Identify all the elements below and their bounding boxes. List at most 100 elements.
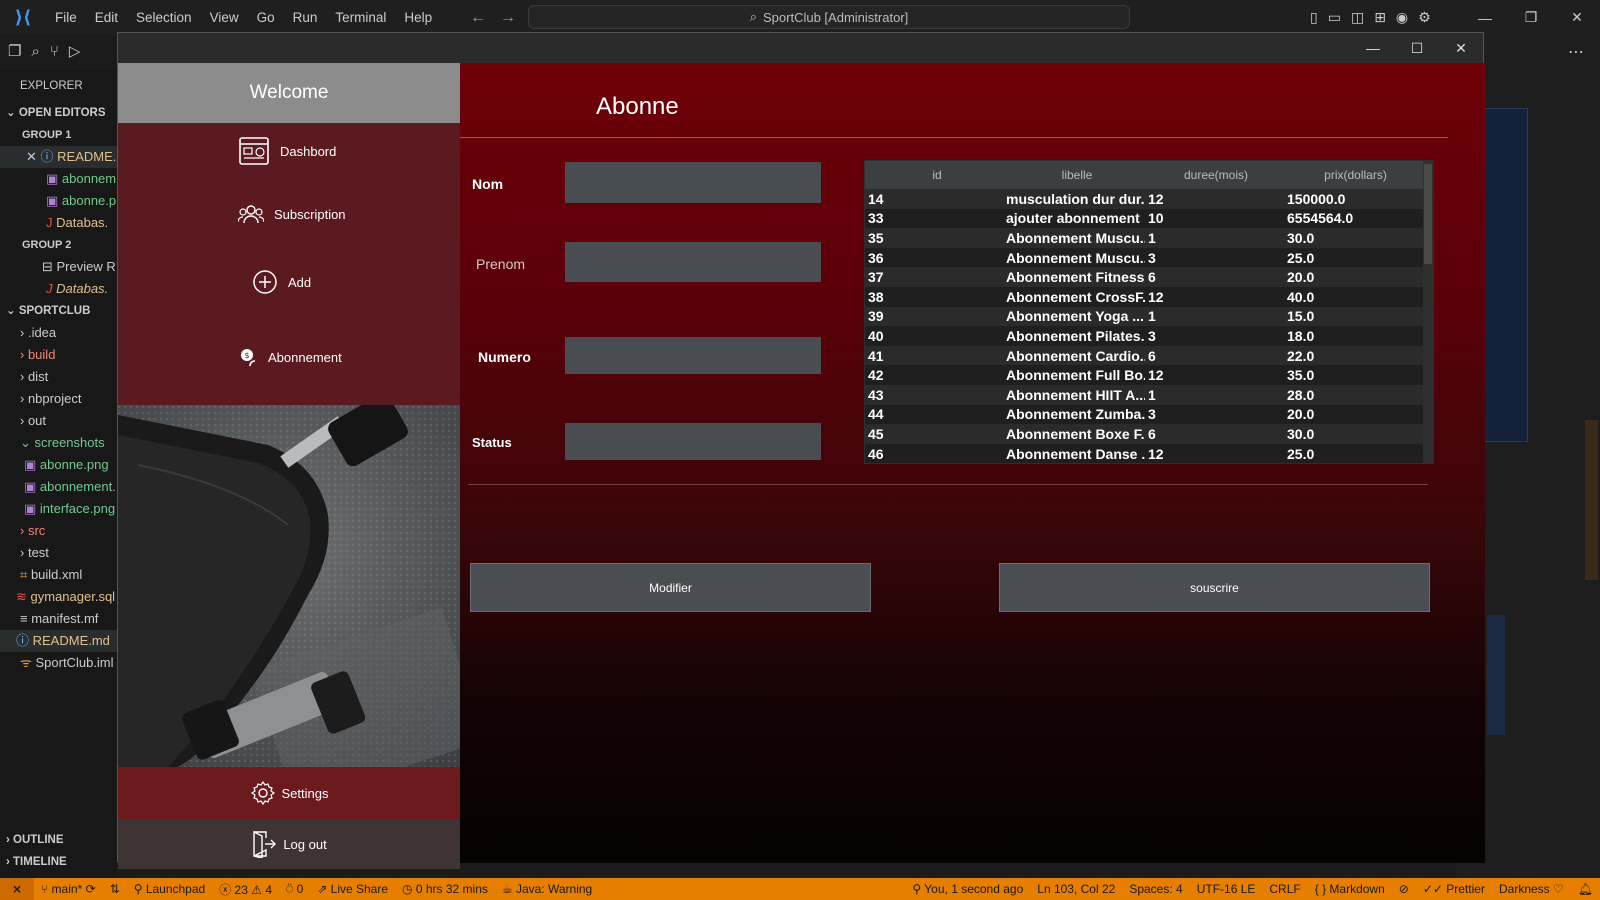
tree-folder-out[interactable]: › out	[0, 410, 117, 432]
settings-button[interactable]: Settings	[118, 767, 460, 819]
abonnement-button[interactable]: $ Abonnement	[238, 347, 342, 367]
tree-folder-src[interactable]: › src	[0, 520, 117, 542]
column-header-libelle[interactable]: libelle	[1006, 168, 1145, 182]
status-blame[interactable]: ⚲ You, 1 second ago	[905, 882, 1030, 896]
timeline-section[interactable]: › TIMELINE	[0, 856, 117, 868]
account-icon[interactable]: ◉	[1396, 9, 1408, 26]
menu-go[interactable]: Go	[248, 0, 284, 35]
status-info[interactable]: ⍥ 0	[279, 882, 310, 897]
status-java[interactable]: ☕ Java: Warning	[495, 882, 599, 896]
table-row[interactable]: 40 Abonnement Pilates... 3 18.0	[865, 326, 1433, 346]
table-row[interactable]: 36 Abonnement Muscu... 3 25.0	[865, 247, 1433, 268]
tree-folder-screenshots[interactable]: ⌄ screenshots	[0, 432, 117, 454]
tree-file-interface-png[interactable]: ▣ interface.png	[0, 498, 117, 520]
table-row[interactable]: 44 Abonnement Zumba... 3 20.0	[865, 404, 1433, 425]
more-actions-icon[interactable]: ⋯	[1568, 42, 1584, 62]
table-row[interactable]: 37 Abonnement Fitness... 6 20.0	[865, 267, 1433, 287]
toggle-sidebar-icon[interactable]: ▯	[1310, 9, 1318, 26]
editor-scrollbar[interactable]	[1585, 420, 1598, 580]
open-editor-abonnement[interactable]: ▣ abonnem	[0, 168, 117, 190]
status-sync-icon[interactable]: ⇅	[103, 882, 127, 896]
subscription-button[interactable]: Subscription	[238, 203, 346, 225]
table-row[interactable]: 41 Abonnement Cardio... 6 22.0	[865, 345, 1433, 366]
open-editor-database[interactable]: J Databas.	[0, 212, 117, 234]
notifications-bell-icon[interactable]: 🔔︎	[1571, 882, 1600, 896]
group-2-header[interactable]: GROUP 2	[0, 234, 117, 256]
dashboard-button[interactable]: Dashbord	[238, 135, 336, 167]
tree-file-sportclub-iml[interactable]: ᯤ SportClub.iml	[0, 652, 117, 674]
modifier-button[interactable]: Modifier	[470, 563, 871, 612]
outline-section[interactable]: › OUTLINE	[0, 834, 117, 846]
toggle-panel-icon[interactable]: ▭	[1328, 9, 1341, 26]
tree-folder-idea[interactable]: › .idea	[0, 322, 117, 344]
status-eol[interactable]: CRLF	[1262, 882, 1307, 896]
status-live-share[interactable]: ⇗ Live Share	[310, 882, 395, 896]
table-row[interactable]: 33 ajouter abonnement 10 6554564.0	[865, 208, 1433, 229]
run-debug-icon[interactable]: ▷	[69, 42, 81, 60]
close-icon[interactable]: ✕	[1554, 0, 1600, 35]
open-editors-section[interactable]: ⌄ OPEN EDITORS	[0, 102, 117, 124]
status-prettier[interactable]: ✓✓ Prettier	[1416, 882, 1492, 896]
group-1-header[interactable]: GROUP 1	[0, 124, 117, 146]
restore-icon[interactable]: ❐	[1508, 0, 1554, 35]
menu-help[interactable]: Help	[395, 0, 441, 35]
logout-button[interactable]: Log out	[118, 819, 460, 869]
tree-folder-nbproject[interactable]: › nbproject	[0, 388, 117, 410]
table-row[interactable]: 45 Abonnement Boxe F... 6 30.0	[865, 424, 1433, 444]
tree-folder-build[interactable]: › build	[0, 344, 117, 366]
status-spaces[interactable]: Spaces: 4	[1122, 882, 1189, 896]
open-editor-database-2[interactable]: J Databas.	[0, 278, 117, 300]
nom-input[interactable]	[565, 162, 821, 203]
app-minimize-icon[interactable]: —	[1351, 40, 1395, 56]
souscrire-button[interactable]: souscrire	[999, 563, 1430, 612]
status-language[interactable]: { } Markdown	[1308, 882, 1392, 896]
menu-terminal[interactable]: Terminal	[326, 0, 395, 35]
gear-icon[interactable]: ⚙	[1418, 9, 1431, 26]
status-encoding[interactable]: UTF-16 LE	[1190, 882, 1263, 896]
tree-folder-dist[interactable]: › dist	[0, 366, 117, 388]
menu-run[interactable]: Run	[284, 0, 327, 35]
status-problems[interactable]: ⓧ 23 ⚠ 4	[212, 881, 279, 898]
app-maximize-icon[interactable]: ☐	[1395, 40, 1439, 57]
table-row[interactable]: 42 Abonnement Full Bo... 12 35.0	[865, 365, 1433, 385]
status-position[interactable]: Ln 103, Col 22	[1030, 882, 1122, 896]
status-timer[interactable]: ◷ 0 hrs 32 mins	[395, 882, 495, 896]
table-scrollbar[interactable]	[1423, 161, 1433, 463]
table-row[interactable]: 43 Abonnement HIIT A... 1 28.0	[865, 384, 1433, 405]
minimap[interactable]	[1480, 108, 1528, 442]
forward-arrow-icon[interactable]: →	[500, 9, 516, 27]
status-no-bell-icon[interactable]: ⊘	[1392, 882, 1416, 896]
table-row[interactable]: 39 Abonnement Yoga ... 1 15.0	[865, 306, 1433, 327]
app-close-icon[interactable]: ✕	[1439, 40, 1483, 57]
table-row[interactable]: 35 Abonnement Muscu... 1 30.0	[865, 228, 1433, 248]
search-icon[interactable]: ⌕	[31, 43, 39, 60]
add-button[interactable]: Add	[252, 269, 311, 295]
status-input[interactable]	[565, 423, 821, 460]
tree-file-build-xml[interactable]: ⌗ build.xml	[0, 564, 117, 586]
column-header-prix[interactable]: prix(dollars)	[1284, 168, 1424, 182]
open-editor-abonne[interactable]: ▣ abonne.p	[0, 190, 117, 212]
status-branch[interactable]: ⑂ main* ⟳	[34, 882, 103, 896]
status-theme[interactable]: Darkness ♡	[1492, 882, 1571, 896]
open-editor-preview[interactable]: ⊟ Preview R	[0, 256, 117, 278]
minimize-icon[interactable]: —	[1462, 0, 1508, 35]
command-center[interactable]: ⌕ SportClub [Administrator]	[528, 5, 1130, 29]
tree-file-readme[interactable]: ⓘ README.md	[0, 630, 117, 652]
menu-selection[interactable]: Selection	[127, 0, 201, 35]
files-icon[interactable]: ❐	[8, 42, 21, 60]
tree-file-gymanager-sql[interactable]: ≋ gymanager.sql	[0, 586, 117, 608]
project-section[interactable]: ⌄ SPORTCLUB	[0, 300, 117, 322]
menu-file[interactable]: File	[46, 0, 86, 35]
tree-file-abonne-png[interactable]: ▣ abonne.png	[0, 454, 117, 476]
column-header-duree[interactable]: duree(mois)	[1145, 168, 1284, 182]
table-row[interactable]: 14 musculation dur dur... 12 150000.0	[865, 189, 1433, 209]
open-editor-readme[interactable]: ✕ ⓘ README.	[0, 146, 117, 168]
table-row[interactable]: 38 Abonnement CrossF... 12 40.0	[865, 286, 1433, 307]
menu-edit[interactable]: Edit	[86, 0, 127, 35]
column-header-id[interactable]: id	[865, 168, 1006, 182]
tree-file-manifest[interactable]: ≡ manifest.mf	[0, 608, 117, 630]
back-arrow-icon[interactable]: ←	[470, 9, 486, 27]
table-row[interactable]: 46 Abonnement Danse ... 12 25.0	[865, 443, 1433, 463]
tree-file-abonnement[interactable]: ▣ abonnement.	[0, 476, 117, 498]
menu-view[interactable]: View	[201, 0, 248, 35]
